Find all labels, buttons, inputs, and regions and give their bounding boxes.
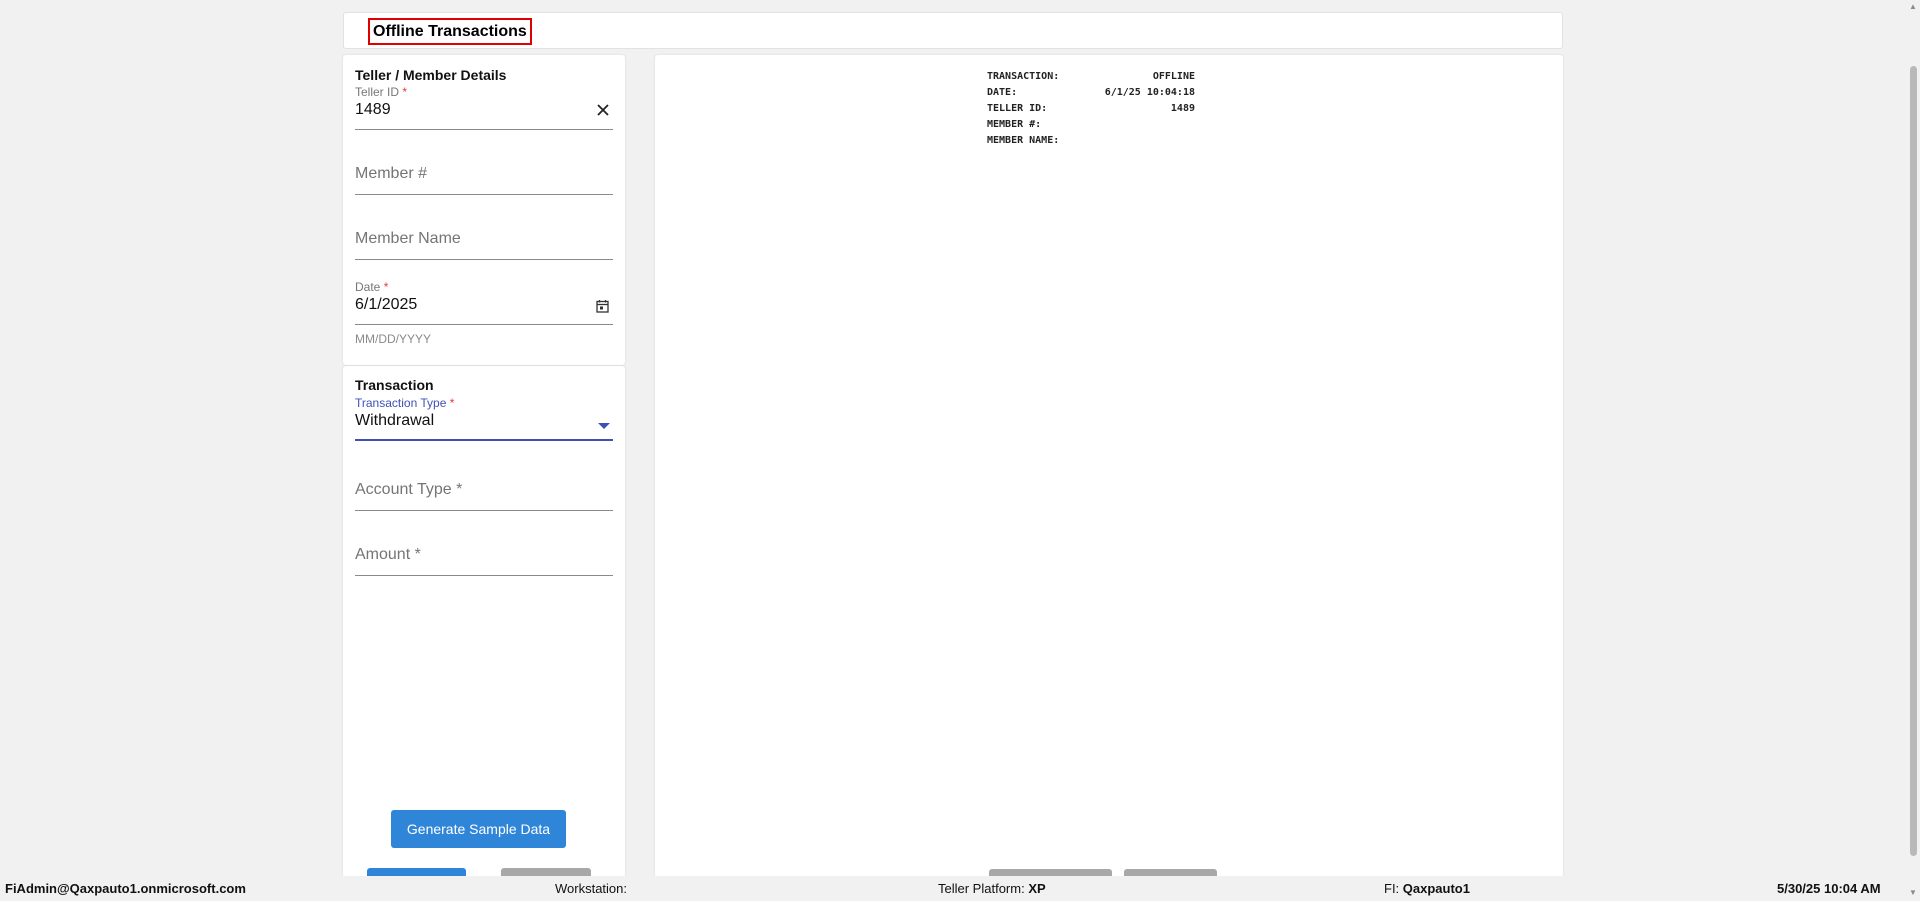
page: Offline Transactions Teller / Member Det… (0, 0, 1920, 901)
receipt-row-date: DATE: 6/1/25 10:04:18 (987, 87, 1195, 98)
teller-id-input[interactable]: 1489 (355, 101, 391, 119)
status-workstation: Workstation: (555, 881, 628, 896)
scrollbar-thumb[interactable] (1910, 66, 1917, 856)
status-fi: FI: Qaxpauto1 (1384, 881, 1470, 896)
close-icon[interactable] (597, 104, 609, 120)
member-name-input[interactable]: Member Name (355, 230, 461, 248)
teller-id-underline (355, 129, 613, 130)
transaction-card: Transaction Transaction Type * Withdrawa… (343, 366, 625, 880)
receipt-row-member-name: MEMBER NAME: (987, 135, 1060, 146)
page-title: Offline Transactions (368, 18, 532, 45)
date-label: Date * (355, 280, 389, 294)
member-name-field[interactable]: Member Name (355, 230, 613, 270)
date-underline (355, 324, 613, 325)
amount-field[interactable]: Amount * (355, 546, 613, 586)
transaction-type-label: Transaction Type * (355, 396, 455, 410)
transaction-type-value[interactable]: Withdrawal (355, 412, 434, 430)
member-number-input[interactable]: Member # (355, 165, 427, 183)
status-datetime: 5/30/25 10:04 AM (1777, 881, 1881, 896)
transaction-type-underline (355, 439, 613, 441)
scroll-down-icon[interactable]: ▼ (1909, 888, 1917, 897)
member-number-underline (355, 194, 613, 195)
date-format-hint: MM/DD/YYYY (355, 332, 432, 346)
receipt-row-teller-id: TELLER ID: 1489 (987, 103, 1195, 114)
receipt-preview: TRANSACTION: OFFLINE DATE: 6/1/25 10:04:… (655, 55, 1563, 880)
transaction-section-title: Transaction (355, 377, 434, 393)
amount-underline (355, 575, 613, 576)
account-type-select[interactable]: Account Type * (355, 481, 613, 521)
calendar-icon[interactable] (596, 299, 609, 317)
teller-member-card: Teller / Member Details Teller ID * 1489… (343, 55, 625, 365)
vertical-scrollbar[interactable]: ▲ ▼ (1906, 0, 1920, 901)
status-bar: FiAdmin@Qaxpauto1.onmicrosoft.com Workst… (0, 876, 1906, 901)
account-type-input[interactable]: Account Type * (355, 481, 462, 499)
date-input[interactable]: 6/1/2025 (355, 296, 417, 314)
teller-id-field[interactable]: Teller ID * 1489 (355, 85, 613, 137)
teller-id-label: Teller ID * (355, 85, 408, 99)
generate-sample-data-button[interactable]: Generate Sample Data (391, 810, 566, 848)
status-user: FiAdmin@Qaxpauto1.onmicrosoft.com (5, 881, 246, 896)
account-type-underline (355, 510, 613, 511)
amount-input[interactable]: Amount * (355, 546, 421, 564)
status-teller-platform: Teller Platform: XP (938, 881, 1046, 896)
receipt-text: TRANSACTION: OFFLINE DATE: 6/1/25 10:04:… (987, 69, 1195, 149)
teller-section-title: Teller / Member Details (355, 67, 507, 83)
member-name-underline (355, 259, 613, 260)
caret-down-icon[interactable] (598, 418, 610, 434)
date-field[interactable]: Date * 6/1/2025 MM/DD/YYYY (355, 280, 613, 352)
member-number-field[interactable]: Member # (355, 165, 613, 205)
transaction-type-select[interactable]: Transaction Type * Withdrawal (355, 396, 613, 448)
title-bar: Offline Transactions (343, 12, 1563, 49)
receipt-row-transaction: TRANSACTION: OFFLINE (987, 71, 1195, 82)
scroll-up-icon[interactable]: ▲ (1909, 2, 1917, 11)
receipt-row-member-number: MEMBER #: (987, 119, 1042, 130)
